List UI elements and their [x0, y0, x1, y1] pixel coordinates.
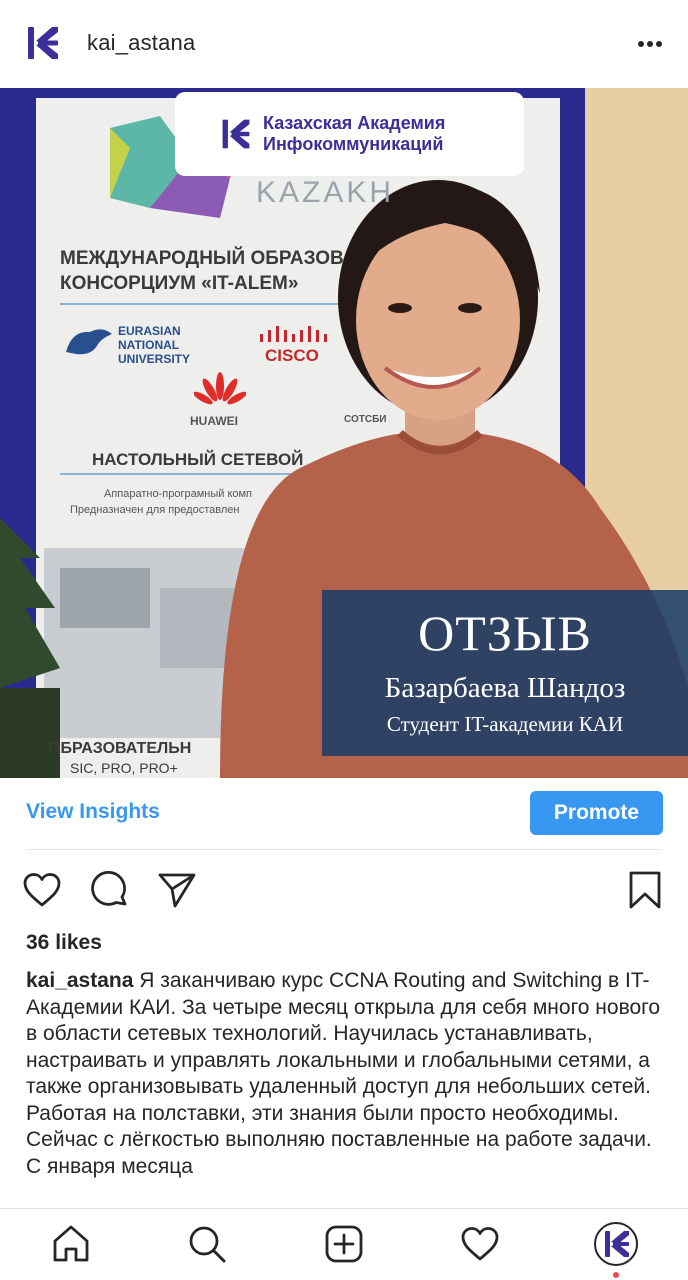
new-post-icon[interactable] — [321, 1221, 367, 1267]
post-username[interactable]: kai_astana — [87, 30, 195, 56]
banner-kazakh-text: KAZAKH — [256, 176, 395, 209]
search-icon[interactable] — [184, 1221, 230, 1267]
bookmark-icon[interactable] — [623, 868, 667, 912]
home-icon[interactable] — [48, 1221, 94, 1267]
kai-logo-icon[interactable] — [22, 22, 64, 64]
promote-button[interactable]: Promote — [530, 791, 663, 835]
eurasian-university-logo-icon — [66, 329, 112, 355]
divider — [26, 849, 662, 850]
banner-small1: Аппаратно-програмный комп — [104, 488, 253, 500]
testimonial-overlay: ОТЗЫВ Базарбаева Шандоз Студент IT-акаде… — [322, 590, 688, 756]
partner-sotsbi: СОТСБИ — [344, 414, 387, 425]
overlay-role: Студент IT-академии КАИ — [386, 712, 624, 736]
heart-icon[interactable] — [20, 868, 64, 912]
send-icon[interactable] — [155, 868, 199, 912]
banner-small2: Предназначен для предоставлен — [70, 504, 240, 516]
caption-username[interactable]: kai_astana — [26, 969, 133, 992]
banner-line3: НАСТОЛЬНЫЙ СЕТЕВОЙ — [92, 450, 304, 469]
partner-cisco: CISCO — [265, 346, 319, 365]
bottom-nav — [0, 1208, 688, 1280]
partner-eurasian: EURASIAN NATIONAL UNIVERSITY — [118, 324, 190, 366]
partner-eurasian-line3: UNIVERSITY — [118, 352, 191, 366]
banner-bottom1: ОБРАЗОВАТЕЛЬН — [48, 740, 192, 757]
cisco-logo-icon — [260, 326, 327, 342]
post-header: kai_astana — [0, 0, 688, 88]
partner-eurasian-line1: EURASIAN — [118, 324, 181, 338]
banner-line2: КОНСОРЦИУМ «IT-ALEM» — [60, 273, 299, 294]
partner-eurasian-line2: NATIONAL — [118, 338, 180, 352]
view-insights-link[interactable]: View Insights — [26, 800, 160, 824]
kai-academy-logo: Казахская Академия Инфокоммуникаций — [175, 92, 524, 176]
profile-avatar-icon[interactable] — [593, 1221, 639, 1267]
more-horizontal-icon[interactable] — [634, 30, 666, 58]
partner-huawei: HUAWEI — [190, 414, 238, 428]
kai-logo-line1: Казахская Академия — [263, 113, 446, 133]
kai-logo-line2: Инфокоммуникаций — [263, 134, 444, 154]
overlay-title: ОТЗЫВ — [418, 605, 592, 661]
post-caption: kai_astana Я заканчиваю курс CCNA Routin… — [26, 968, 666, 1180]
kai-logo-text: Казахская Академия Инфокоммуникаций — [263, 113, 445, 155]
kai-logo-mark-icon — [222, 119, 250, 149]
huawei-logo-icon — [194, 372, 246, 405]
caption-text: Я заканчиваю курс CCNA Routing and Switc… — [26, 969, 661, 1178]
activity-heart-icon[interactable] — [457, 1221, 503, 1267]
banner-bottom2: SIC, PRO, PRO+ — [70, 760, 178, 776]
notification-dot — [613, 1272, 619, 1278]
post-image[interactable]: KAZAKH МЕЖДУНАРОДНЫЙ ОБРАЗОВ КОНСОРЦИУМ … — [0, 88, 688, 778]
comment-icon[interactable] — [88, 868, 132, 912]
overlay-name: Базарбаева Шандоз — [384, 672, 626, 704]
banner-line1: МЕЖДУНАРОДНЫЙ ОБРАЗОВ — [60, 248, 344, 269]
likes-count[interactable]: 36 likes — [26, 931, 102, 955]
